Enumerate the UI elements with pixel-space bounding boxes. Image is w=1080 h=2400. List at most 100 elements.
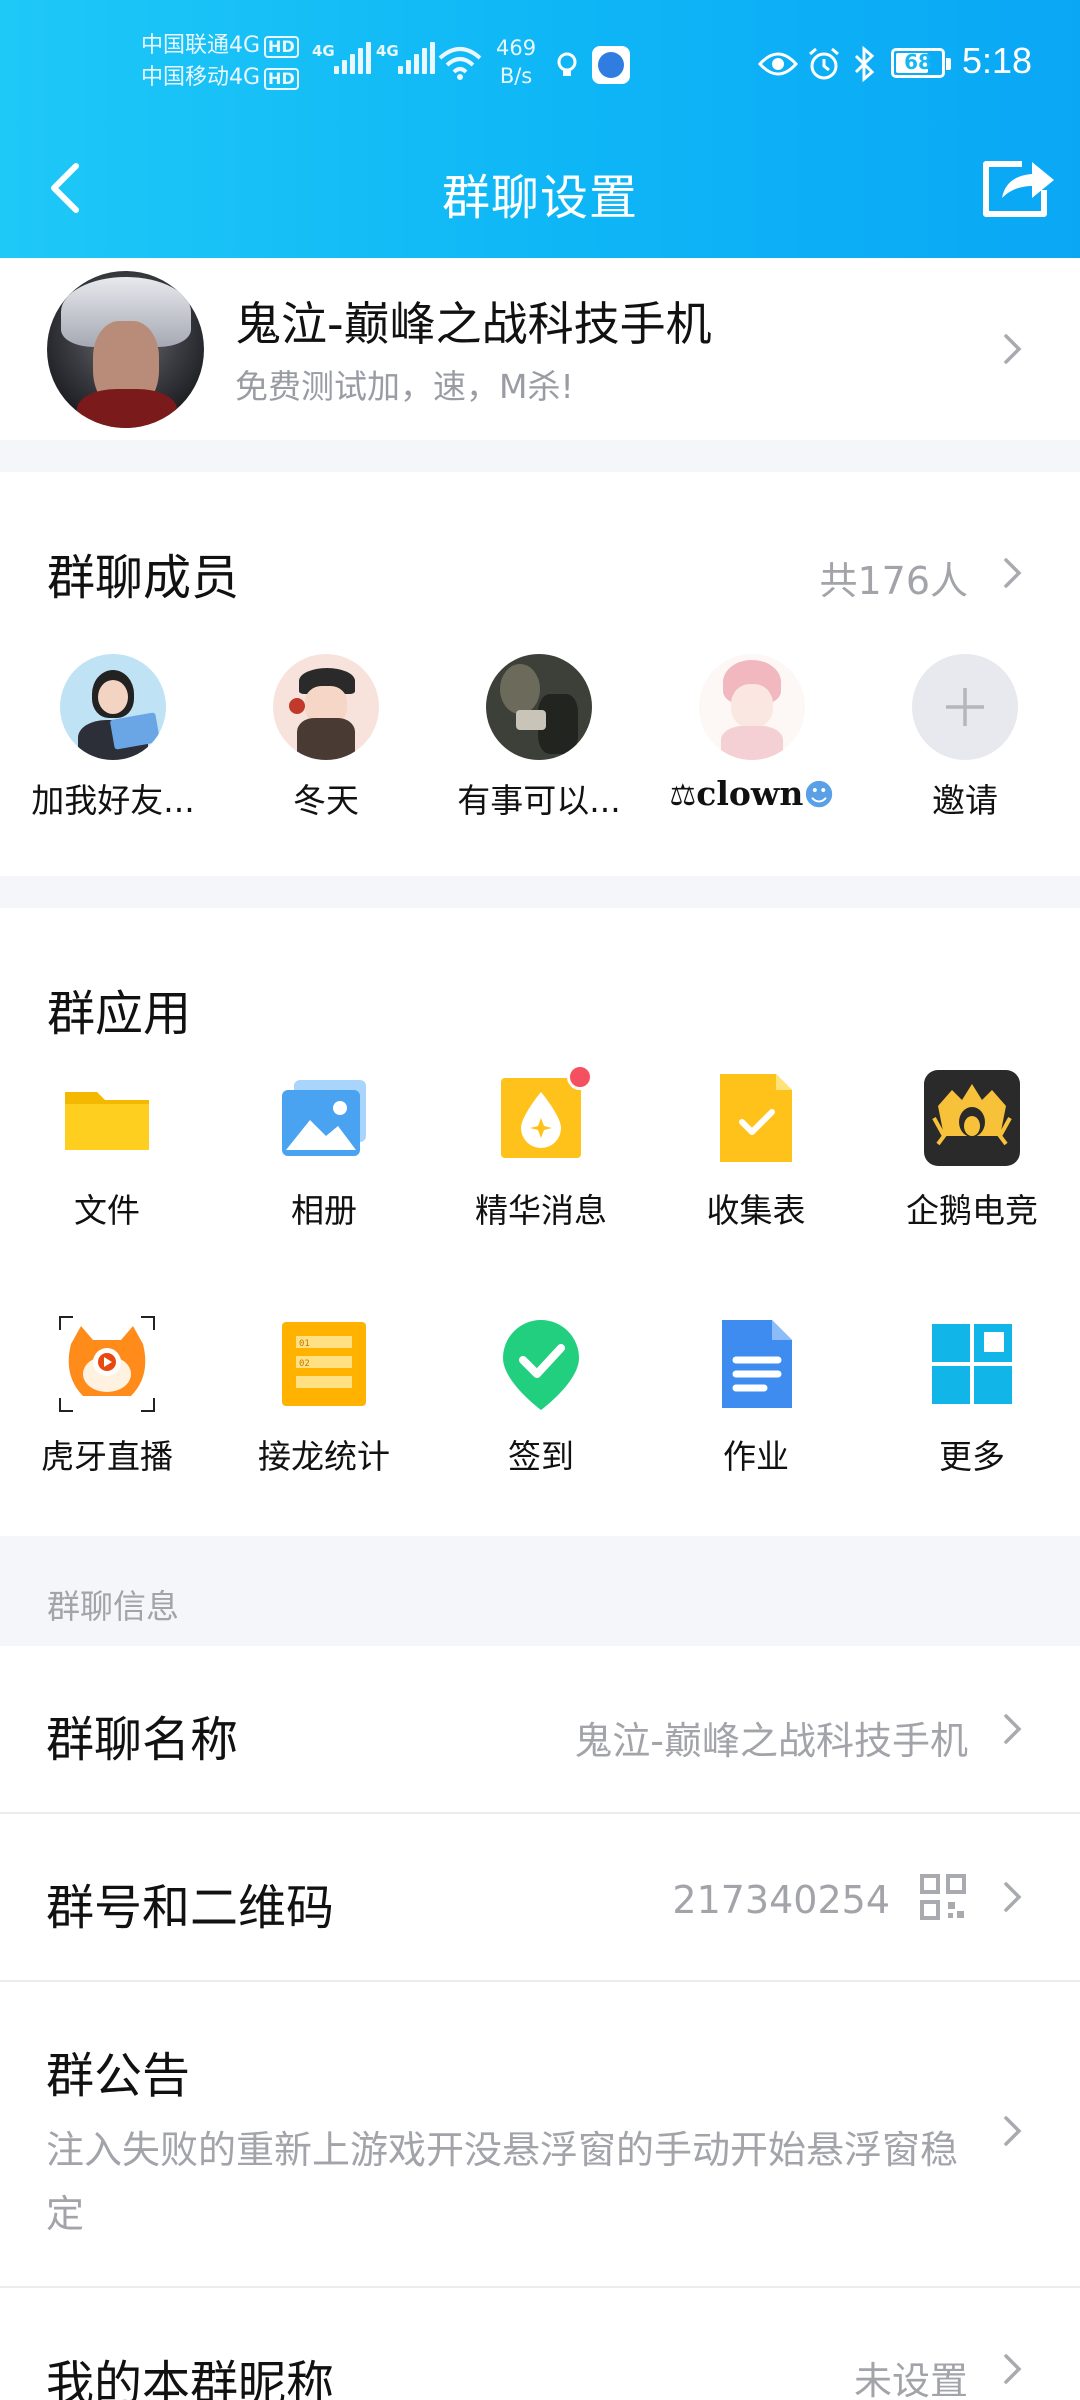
group-notice-text: 注入失败的重新上游戏开没悬浮窗的手动开始悬浮窗稳定 [46,2128,959,2236]
share-icon [983,161,1054,217]
member-name: 有事可以... [457,781,621,820]
wifi-icon [438,47,482,80]
app-huya-live[interactable]: 虎牙直播 [7,1314,207,1478]
app-label: 企鹅电竞 [906,1191,1038,1230]
app-notification-icon [592,46,630,84]
member-item[interactable]: ⚖clown☻ [652,654,852,813]
app-collection-form[interactable]: 收集表 [656,1070,856,1232]
qr-code-icon [920,1874,966,1920]
penguin-esports-icon [924,1070,1020,1166]
svg-text:01: 01 [299,1339,310,1349]
info-section-header: 群聊信息 [47,1587,179,1626]
check-in-icon [493,1316,589,1412]
member-name: 加我好友... [31,781,195,820]
page-title: 群聊设置 [441,170,638,226]
app-check-in[interactable]: 签到 [441,1316,641,1478]
app-label: 收集表 [706,1191,806,1230]
carrier-2: 中国移动4G [141,65,261,90]
eye-icon [758,52,798,76]
group-name: 鬼泣-巅峰之战科技手机 [235,297,712,351]
app-label: 相册 [291,1191,357,1230]
chevron-right-icon[interactable] [1002,556,1024,590]
app-album[interactable]: 相册 [224,1070,424,1232]
app-label: 接龙统计 [258,1437,390,1476]
apps-title: 群应用 [47,986,192,1042]
member-avatar [486,654,592,760]
more-apps-icon [924,1316,1020,1412]
alarm-icon [809,47,839,80]
member-name: 冬天 [293,781,359,820]
battery-icon: 68 [891,48,951,78]
group-description: 免费测试加，速，M杀! [235,367,574,406]
carrier-info: 中国联通4G HD 中国移动4G HD [141,30,299,94]
group-notice-label: 群公告 [46,2048,191,2104]
member-avatar [273,654,379,760]
signal-icon: 4G [376,42,436,78]
app-files[interactable]: 文件 [7,1070,207,1232]
group-name-label: 群聊名称 [46,1712,239,1768]
group-avatar [47,271,204,428]
plus-icon [946,688,984,726]
app-essence[interactable]: 精华消息 [441,1064,641,1232]
group-profile-card[interactable]: 鬼泣-巅峰之战科技手机 免费测试加，速，M杀! [0,258,1080,440]
app-label: 文件 [74,1191,140,1230]
group-members-section: 群聊成员 共176人 加我好友... 冬天 有事可以... ⚖clown☻ 邀请 [0,472,1080,876]
chevron-right-icon [1002,1712,1024,1746]
svg-text:02: 02 [299,1359,310,1369]
bluetooth-icon [854,46,875,82]
hd-badge: HD [264,68,299,90]
my-nickname-row[interactable]: 我的本群昵称 未设置 [0,2288,1080,2400]
app-more[interactable]: 更多 [872,1316,1072,1478]
chevron-right-icon [1002,1880,1024,1914]
group-number-label: 群号和二维码 [46,1880,335,1936]
member-item[interactable]: 加我好友... [13,654,213,822]
bulb-icon [557,52,577,76]
my-nickname-value: 未设置 [853,2359,968,2400]
homework-icon [708,1316,804,1412]
huya-live-icon [57,1314,157,1414]
invite-member-button[interactable]: 邀请 [865,654,1065,822]
member-item[interactable]: 冬天 [226,654,426,822]
collection-form-icon [708,1070,804,1166]
group-number-row[interactable]: 群号和二维码 217340254 [0,1814,1080,1980]
folder-icon [59,1070,155,1166]
chevron-right-icon [1002,2114,1024,2148]
members-title: 群聊成员 [47,550,240,606]
carrier-1: 中国联通4G [141,33,261,58]
invite-circle [912,654,1018,760]
invite-label: 邀请 [932,781,998,820]
chevron-right-icon [1002,332,1024,366]
header: 中国联通4G HD 中国移动4G HD 4G 4G 469 B/s 68 5:1… [0,0,1080,258]
essence-message-icon [493,1064,593,1166]
app-relay-stats[interactable]: 01 02 接龙统计 [224,1316,424,1478]
group-name-row[interactable]: 群聊名称 鬼泣-巅峰之战科技手机 [0,1646,1080,1812]
group-name-value: 鬼泣-巅峰之战科技手机 [574,1719,968,1763]
app-penguin-esports[interactable]: 企鹅电竞 [872,1070,1072,1232]
signal-icon: 4G [312,42,372,78]
group-apps-section: 群应用 文件 相册 精华消息 收集表 企鹅电竞 虎牙直播 01 02 接龙统计 … [0,908,1080,1536]
notification-dot [567,1064,593,1090]
network-speed: 469 B/s [496,36,537,88]
app-label: 更多 [939,1437,1005,1476]
app-label: 作业 [723,1437,789,1476]
chevron-right-icon [1002,2352,1024,2386]
clock: 5:18 [962,40,1033,81]
my-nickname-label: 我的本群昵称 [46,2356,335,2400]
group-number-value: 217340254 [672,1878,890,1922]
app-label: 精华消息 [475,1191,607,1230]
relay-stats-icon: 01 02 [276,1316,372,1412]
group-notice-row[interactable]: 群公告 注入失败的重新上游戏开没悬浮窗的手动开始悬浮窗稳定 [0,1982,1080,2286]
photo-album-icon [276,1070,372,1166]
member-count[interactable]: 共176人 [819,550,968,605]
app-label: 签到 [508,1437,574,1476]
nav-bar: 群聊设置 [0,130,1080,258]
app-homework[interactable]: 作业 [656,1316,856,1478]
member-item[interactable]: 有事可以... [439,654,639,822]
hd-badge: HD [264,36,299,58]
status-bar: 中国联通4G HD 中国移动4G HD 4G 4G 469 B/s 68 5:1… [0,0,1080,130]
share-button[interactable] [978,150,1058,220]
member-name: ⚖clown☻ [669,774,835,813]
app-label: 虎牙直播 [41,1437,173,1476]
member-avatar [699,654,805,760]
member-avatar [60,654,166,760]
